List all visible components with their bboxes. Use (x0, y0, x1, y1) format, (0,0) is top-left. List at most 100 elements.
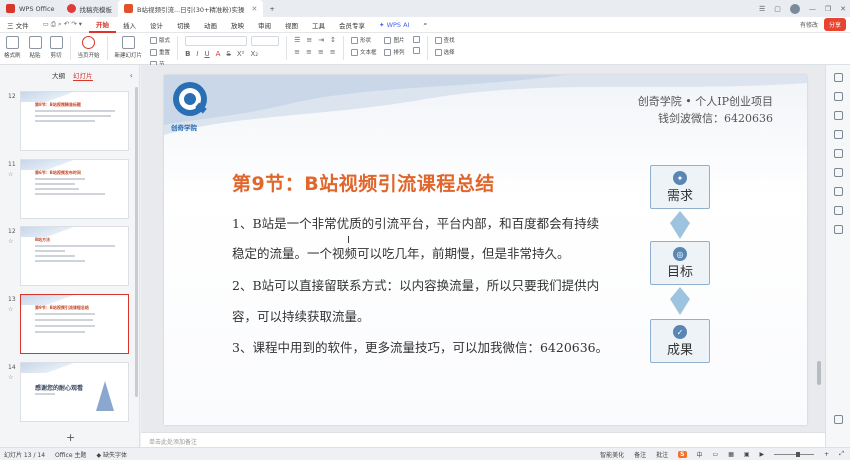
menu-home[interactable]: 开始 (89, 17, 117, 33)
menu-transition[interactable]: 切换 (170, 17, 197, 33)
indent-icon[interactable]: ⇥ (318, 36, 324, 44)
new-tab-button[interactable]: + (263, 0, 280, 17)
settings-icon[interactable] (834, 187, 843, 196)
body-line[interactable]: 容，可以持续获取流量。 (232, 306, 370, 325)
align-right-icon[interactable]: ≡ (318, 48, 324, 56)
play-icon[interactable]: ▶ (760, 451, 765, 458)
font-color-button[interactable]: A (216, 50, 221, 58)
card-result[interactable]: ✓ 成果 (650, 319, 710, 363)
slide-thumbnail[interactable]: B站方法 (20, 226, 129, 286)
menu-animation[interactable]: 动画 (197, 17, 224, 33)
panel-scrollbar[interactable] (135, 87, 138, 397)
picture-button[interactable]: 图片 (384, 36, 405, 44)
numbering-icon[interactable]: ≡ (306, 36, 312, 44)
align-center-icon[interactable]: ≡ (306, 48, 312, 56)
body-line[interactable]: 2、B站可以直接留联系方式：以内容换流量，所以只要我们提供内 (232, 275, 599, 294)
select-button[interactable]: 选择 (434, 48, 455, 56)
list-icon[interactable]: ☰ (759, 5, 765, 13)
outline-button[interactable] (412, 47, 420, 54)
reading-view-icon[interactable]: ▣ (744, 451, 750, 458)
italic-button[interactable]: I (196, 50, 198, 58)
align-left-icon[interactable]: ≡ (294, 48, 300, 56)
card-demand[interactable]: ✦ 需求 (650, 165, 710, 209)
reset-button[interactable]: 重置 (150, 48, 170, 56)
missing-font[interactable]: ◆ 缺失字体 (96, 450, 127, 459)
tab-outline[interactable]: 大纲 (52, 70, 65, 80)
shape-button[interactable]: 形状 (350, 36, 377, 44)
theme-name[interactable]: Office 主题 (55, 450, 86, 459)
animation-icon[interactable] (834, 92, 843, 101)
play-from-current-button[interactable]: 当页开始 (74, 36, 104, 59)
collapse-panel-icon[interactable]: ‹ (130, 71, 133, 80)
canvas-scrollbar[interactable] (817, 361, 821, 385)
tab-slides[interactable]: 幻灯片 (73, 70, 93, 81)
more-icon[interactable] (834, 415, 843, 424)
menu-wps-ai[interactable]: ✦ WPS AI (372, 17, 416, 33)
sorter-view-icon[interactable]: ▦ (728, 451, 734, 458)
subscript-button[interactable]: X₂ (250, 50, 258, 58)
menu-file[interactable]: 三 文件 (0, 17, 36, 33)
ime-mode[interactable]: 中 (697, 450, 703, 459)
fill-button[interactable] (412, 36, 420, 43)
slide-thumbnail[interactable]: 第8节：B站视频精准标题 (20, 91, 129, 151)
paste-button[interactable]: 粘贴 (25, 36, 46, 59)
zoom-slider[interactable] (774, 451, 815, 457)
search-icon[interactable]: ⌕ (416, 17, 434, 33)
share-button[interactable]: 分享 (823, 18, 846, 31)
body-line[interactable]: 3、课程中用到的软件，更多流量技巧，可以加我微信：6420636。 (232, 337, 608, 356)
slide-title[interactable]: 第9节：B站视频引流课程总结 (232, 169, 495, 196)
slide[interactable]: 创奇学院 创奇学院 • 个人IP创业项目 钱剑波微信：6420636 第9节：B… (164, 75, 807, 425)
strikethrough-button[interactable]: S (226, 50, 230, 58)
maximize-icon[interactable]: ❐ (825, 5, 831, 13)
tab-wps-office[interactable]: WPS Office (0, 0, 61, 17)
menu-review[interactable]: 审阅 (251, 17, 278, 33)
transition-icon[interactable] (834, 111, 843, 120)
layout-button[interactable]: 版式 (150, 36, 170, 44)
window-icon[interactable]: ▢ (774, 5, 781, 13)
textbox-button[interactable]: 文本框 (350, 48, 376, 56)
slide-thumbnail[interactable]: 第6节：B站视频发布时间 (20, 159, 129, 219)
underline-button[interactable]: U (204, 50, 209, 58)
menu-tools[interactable]: 工具 (305, 17, 332, 33)
normal-view-icon[interactable]: ▭ (713, 451, 719, 458)
cut-button[interactable]: 剪切 (46, 36, 67, 59)
tab-template[interactable]: 找稿壳模板 (61, 0, 119, 17)
arrange-button[interactable]: 排列 (384, 48, 405, 56)
line-spacing-icon[interactable]: ↕ (330, 36, 336, 44)
zoom-in-icon[interactable]: + (824, 451, 829, 458)
slide-thumbnail[interactable]: 感谢您的耐心观看 (20, 362, 129, 422)
bold-button[interactable]: B (185, 50, 190, 58)
tab-presentation[interactable]: B站视频引流...日引(30+精准粉)实操 ✕ (118, 0, 264, 17)
slide-thumbnail-selected[interactable]: 第9节：B站视频引流课程总结 (20, 294, 129, 354)
new-slide-button[interactable]: 新建幻灯片 (111, 36, 147, 59)
avatar[interactable] (789, 3, 800, 14)
format-painter-button[interactable]: 格式刷 (0, 36, 25, 59)
menu-quick-icons[interactable]: ▭ ⎙ ⌕ ↶ ↷ ▾ (36, 17, 89, 33)
format-icon[interactable] (834, 130, 843, 139)
body-line[interactable]: 稳定的流量。一个视频可以吃几年，前期慢，但是非常持久。 (232, 243, 570, 262)
smart-beautify-button[interactable]: 智能美化 (600, 450, 624, 459)
font-family-select[interactable] (185, 36, 248, 46)
comments-button[interactable]: 批注 (656, 450, 668, 459)
close-tab-icon[interactable]: ✕ (251, 5, 257, 13)
superscript-button[interactable]: X² (237, 50, 245, 58)
design-icon[interactable] (834, 149, 843, 158)
menu-design[interactable]: 设计 (143, 17, 170, 33)
notes-button[interactable]: 备注 (634, 450, 646, 459)
card-goal[interactable]: ◎ 目标 (650, 241, 710, 285)
menu-slideshow[interactable]: 放映 (224, 17, 251, 33)
fit-icon[interactable]: ⤢ (839, 450, 844, 458)
minimize-icon[interactable]: — (809, 5, 816, 13)
close-icon[interactable]: ✕ (840, 5, 846, 13)
font-size-select[interactable] (251, 36, 280, 46)
properties-icon[interactable] (834, 73, 843, 82)
bullets-icon[interactable]: ☰ (294, 36, 300, 44)
menu-member[interactable]: 会员专享 (332, 17, 372, 33)
body-line[interactable]: 1、B站是一个非常优质的引流平台，平台内部，和百度都会有持续 (232, 213, 599, 232)
history-icon[interactable] (834, 225, 843, 234)
find-button[interactable]: 查找 (434, 36, 455, 44)
ime-icon[interactable]: S (678, 450, 687, 458)
notes-field[interactable]: 单击此处添加备注 (141, 432, 825, 447)
menu-view[interactable]: 视图 (278, 17, 305, 33)
menu-insert[interactable]: 插入 (116, 17, 143, 33)
